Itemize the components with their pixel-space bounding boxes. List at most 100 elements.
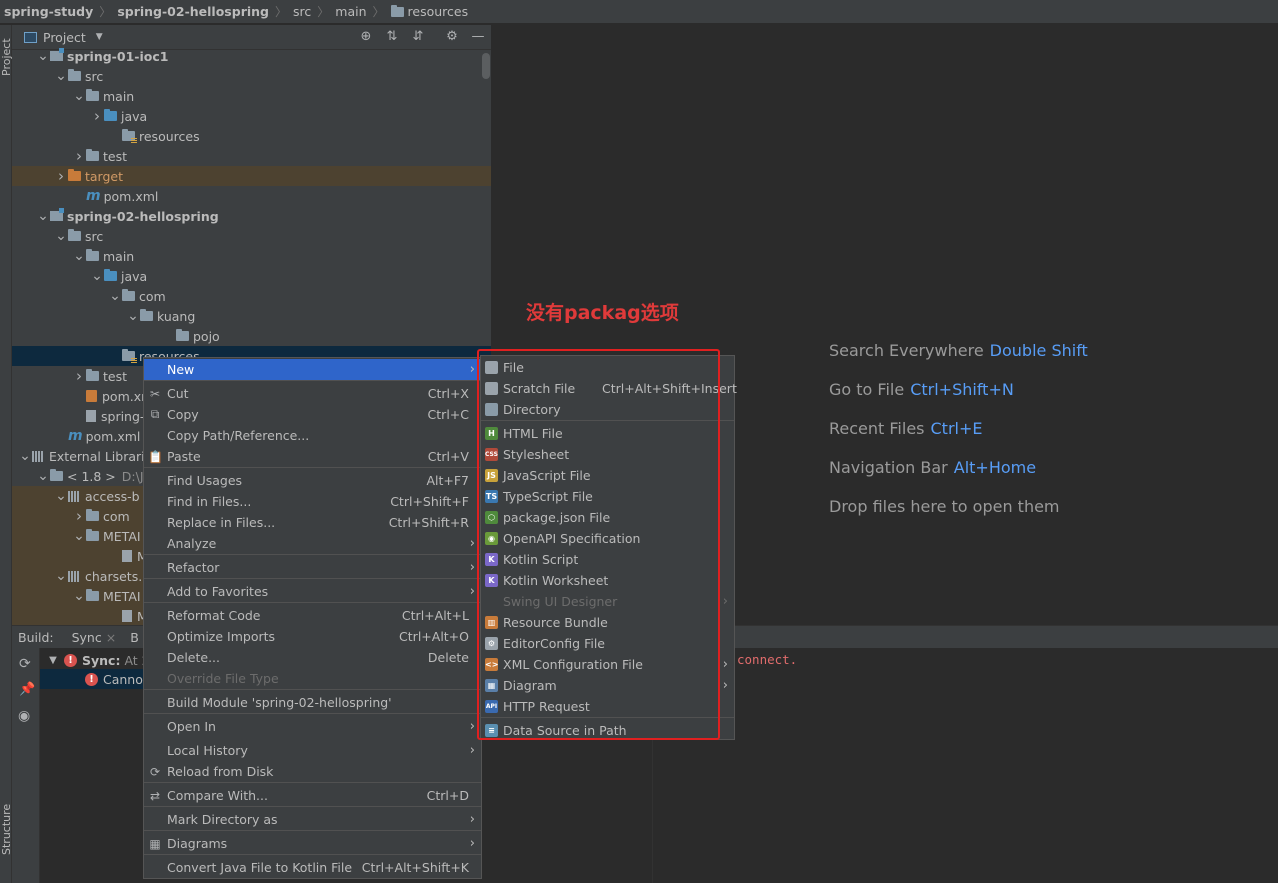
tree-node[interactable]: › test (12, 146, 491, 166)
new-item-javascript-file[interactable]: JS JavaScript File (481, 465, 734, 486)
new-item-directory[interactable]: Directory (481, 399, 734, 420)
menu-item-delete[interactable]: Delete... Delete (144, 647, 481, 668)
new-item-file[interactable]: File (481, 357, 734, 378)
new-item-data-source-in-path[interactable]: ≡ Data Source in Path (481, 720, 734, 741)
menu-item-find-in-files[interactable]: Find in Files... Ctrl+Shift+F (144, 491, 481, 512)
refresh-icon[interactable]: ⟳ (19, 656, 31, 672)
chevron-down-icon[interactable]: ⌄ (54, 228, 68, 244)
menu-item-new[interactable]: New › (144, 359, 481, 380)
tree-node[interactable]: ⌄ java (12, 266, 491, 286)
breadcrumb-item[interactable]: src (293, 4, 311, 19)
tree-node[interactable]: ⌄ kuang (12, 306, 491, 326)
new-item-scratch-file[interactable]: Scratch File Ctrl+Alt+Shift+Insert (481, 378, 737, 399)
chevron-down-icon[interactable]: ⌄ (54, 568, 68, 584)
tree-node[interactable]: ⌄ main (12, 246, 491, 266)
new-item-stylesheet[interactable]: CSS Stylesheet (481, 444, 734, 465)
chevron-right-icon[interactable]: › (54, 167, 68, 185)
project-view-selector[interactable]: Project (43, 30, 86, 45)
tree-node[interactable]: ⌄ src (12, 66, 491, 86)
chevron-right-icon[interactable]: › (72, 507, 86, 525)
menu-item-build-module-spring-02-hellospring[interactable]: Build Module 'spring-02-hellospring' (144, 692, 481, 713)
new-item-typescript-file[interactable]: TS TypeScript File (481, 486, 734, 507)
tool-tab-structure[interactable]: Structure (0, 799, 13, 859)
menu-item-local-history[interactable]: Local History › (144, 740, 481, 761)
chevron-down-icon[interactable]: ⌄ (54, 488, 68, 504)
chevron-down-icon[interactable]: ⌄ (72, 248, 86, 264)
menu-item-paste[interactable]: 📋 Paste Ctrl+V (144, 446, 481, 467)
chevron-down-icon[interactable]: ⌄ (36, 468, 50, 484)
menu-item-cut[interactable]: ✂ Cut Ctrl+X (144, 383, 481, 404)
chevron-down-icon[interactable]: ⌄ (72, 88, 86, 104)
chevron-down-icon[interactable]: ⌄ (72, 528, 86, 544)
chevron-right-icon[interactable]: › (72, 147, 86, 165)
pin-icon[interactable]: 📌 (19, 682, 35, 697)
new-item-kotlin-worksheet[interactable]: K Kotlin Worksheet (481, 570, 734, 591)
breadcrumb-item[interactable]: spring-study (4, 4, 93, 19)
collapse-all-icon[interactable]: ⇵ (410, 29, 426, 45)
expand-all-icon[interactable]: ⇅ (384, 29, 400, 45)
new-item-kotlin-script[interactable]: K Kotlin Script (481, 549, 734, 570)
chevron-down-icon[interactable]: ⌄ (126, 308, 140, 324)
menu-item-analyze[interactable]: Analyze › (144, 533, 481, 554)
menu-item-replace-in-files[interactable]: Replace in Files... Ctrl+Shift+R (144, 512, 481, 533)
locate-icon[interactable]: ⊕ (358, 29, 374, 45)
chevron-down-icon[interactable]: ▼ (46, 655, 60, 666)
menu-item-copy-path-reference[interactable]: Copy Path/Reference... (144, 425, 481, 446)
tab-build-output[interactable]: B (130, 630, 139, 645)
gear-icon[interactable]: ⚙ (444, 29, 460, 45)
chevron-down-icon[interactable]: ⌄ (108, 288, 122, 304)
menu-item-diagrams[interactable]: ▦ Diagrams › (144, 833, 481, 854)
new-item-html-file[interactable]: H HTML File (481, 423, 734, 444)
menu-item-reformat-code[interactable]: Reformat Code Ctrl+Alt+L (144, 605, 481, 626)
new-item-http-request[interactable]: API HTTP Request (481, 696, 734, 717)
chevron-down-icon[interactable]: ⌄ (36, 48, 50, 64)
tab-sync[interactable]: Sync × (72, 630, 117, 645)
menu-item-convert-java-file-to-kotlin-file[interactable]: Convert Java File to Kotlin File Ctrl+Alt… (144, 857, 481, 878)
breadcrumb-item[interactable]: resources (390, 4, 468, 19)
new-item-diagram[interactable]: ▦ Diagram › (481, 675, 734, 696)
menu-item-copy[interactable]: ⧉ Copy Ctrl+C (144, 404, 481, 425)
menu-icon: ⟳ (149, 764, 161, 779)
new-item-package-json-file[interactable]: ⬡ package.json File (481, 507, 734, 528)
chevron-right-icon[interactable]: › (90, 107, 104, 125)
scrollbar[interactable] (482, 53, 490, 79)
menu-item-compare-with[interactable]: ⇄ Compare With... Ctrl+D (144, 785, 481, 806)
new-item-openapi-specification[interactable]: ◉ OpenAPI Specification (481, 528, 734, 549)
chevron-down-icon[interactable]: ⌄ (72, 588, 86, 604)
chevron-right-icon[interactable]: › (72, 367, 86, 385)
dropdown-arrow-icon[interactable]: ▼ (96, 32, 103, 42)
chevron-down-icon[interactable]: ⌄ (54, 68, 68, 84)
menu-item-add-to-favorites[interactable]: Add to Favorites › (144, 581, 481, 602)
hide-icon[interactable]: — (470, 29, 486, 45)
tree-node[interactable]: pojo (12, 326, 491, 346)
menu-item-refactor[interactable]: Refactor › (144, 557, 481, 578)
menu-item-optimize-imports[interactable]: Optimize Imports Ctrl+Alt+O (144, 626, 481, 647)
tree-node[interactable]: ⌄ spring-01-ioc1 (12, 46, 491, 66)
new-item-xml-configuration-file[interactable]: <> XML Configuration File › (481, 654, 734, 675)
tree-node[interactable]: ⌄ com (12, 286, 491, 306)
menu-item-label: Delete... (167, 650, 220, 665)
tree-node[interactable]: ⌄ src (12, 226, 491, 246)
menu-item-mark-directory-as[interactable]: Mark Directory as › (144, 809, 481, 830)
chevron-down-icon[interactable]: ⌄ (90, 268, 104, 284)
tool-tab-project[interactable]: Project (0, 31, 13, 83)
tree-node[interactable]: m pom.xml (12, 186, 491, 206)
tree-node[interactable]: › target (12, 166, 491, 186)
tree-node[interactable]: resources (12, 126, 491, 146)
tree-node[interactable]: ⌄ main (12, 86, 491, 106)
new-item-resource-bundle[interactable]: ▥ Resource Bundle (481, 612, 734, 633)
close-icon[interactable]: × (106, 630, 116, 645)
breadcrumb-item[interactable]: main (335, 4, 366, 19)
typescript-file-icon: TS (485, 490, 498, 503)
sync-row[interactable]: ▼ ! Sync: At 2 (46, 651, 150, 669)
new-item-editorconfig-file[interactable]: ⚙ EditorConfig File (481, 633, 734, 654)
tree-node[interactable]: ⌄ spring-02-hellospring (12, 206, 491, 226)
chevron-down-icon[interactable]: ⌄ (18, 448, 32, 464)
menu-item-reload-from-disk[interactable]: ⟳ Reload from Disk (144, 761, 481, 782)
menu-item-find-usages[interactable]: Find Usages Alt+F7 (144, 470, 481, 491)
eye-icon[interactable]: ◉ (18, 708, 30, 724)
chevron-down-icon[interactable]: ⌄ (36, 208, 50, 224)
tree-node[interactable]: › java (12, 106, 491, 126)
menu-item-open-in[interactable]: Open In › (144, 716, 481, 737)
breadcrumb-item[interactable]: spring-02-hellospring (117, 4, 269, 19)
